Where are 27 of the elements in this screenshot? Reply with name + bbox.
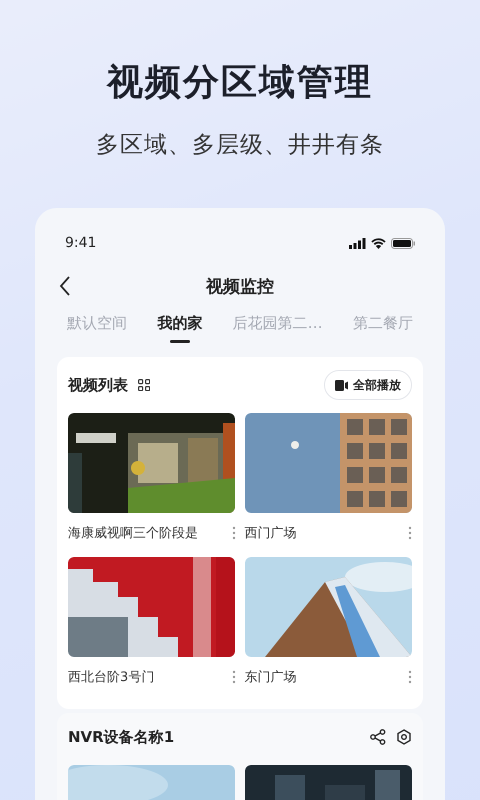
settings-icon[interactable] <box>396 729 412 745</box>
video-name: 海康威视啊三个阶段是 <box>68 525 198 542</box>
battery-icon <box>391 238 415 248</box>
back-icon[interactable] <box>59 276 71 296</box>
more-icon[interactable] <box>408 526 412 540</box>
tab[interactable]: 默认空间 <box>67 314 127 343</box>
tab[interactable]: 后花园第二… <box>232 314 323 343</box>
more-icon[interactable] <box>408 670 412 684</box>
video-name: 西北台阶3号门 <box>68 669 154 686</box>
video-name: 西门广场 <box>244 525 296 542</box>
more-icon[interactable] <box>232 670 236 684</box>
tab[interactable]: 我的家 <box>157 314 202 343</box>
nav-title: 视频监控 <box>206 276 274 298</box>
camera-icon <box>335 380 348 390</box>
more-icon[interactable] <box>232 526 236 540</box>
status-time: 9:41 <box>65 235 96 251</box>
tab[interactable]: 第二餐厅 <box>352 314 413 343</box>
video-name: 东门广场 <box>244 669 296 686</box>
play-all-button[interactable]: 全部播放 <box>324 370 412 400</box>
section-title: NVR设备名称1 <box>68 728 174 746</box>
wifi-icon <box>371 238 386 248</box>
grid-icon[interactable] <box>138 379 150 391</box>
section-title: 视频列表 <box>68 376 128 394</box>
headline: 视频分区域管理 <box>107 61 373 105</box>
signal-icon <box>349 238 366 248</box>
share-icon[interactable] <box>370 729 386 745</box>
subtitle: 多区域、多层级、井井有条 <box>96 131 384 160</box>
